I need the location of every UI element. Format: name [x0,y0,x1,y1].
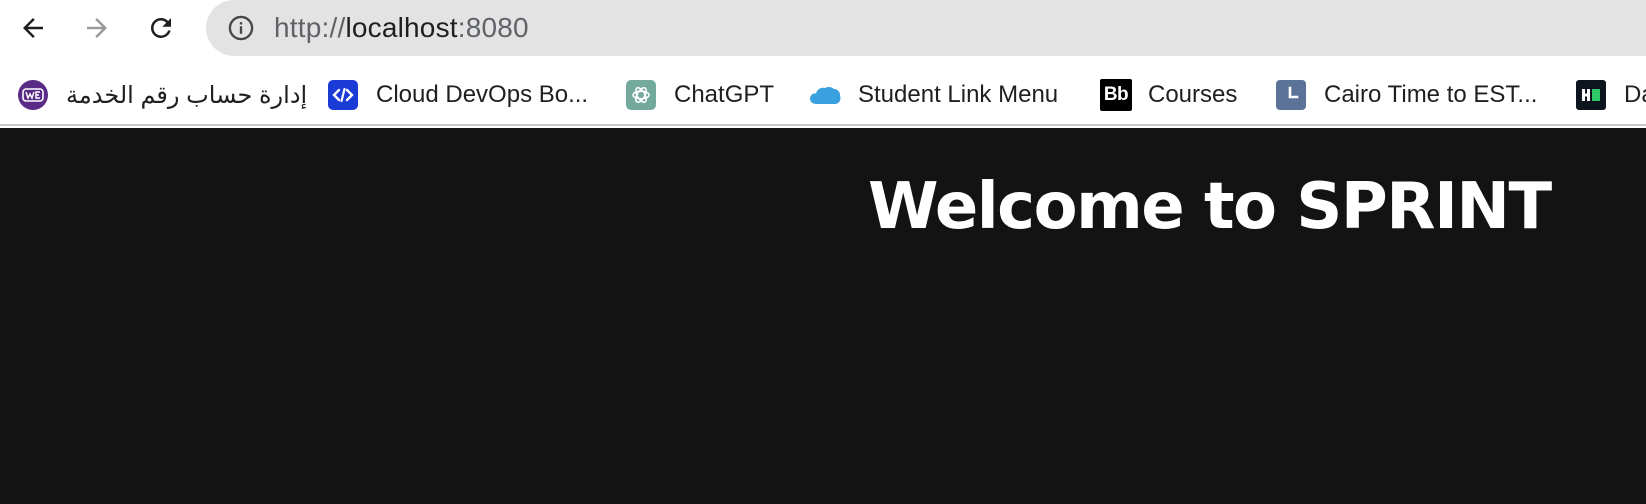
page-title: Welcome to SPRINT [868,170,1552,244]
bookmark-student-link-menu[interactable]: Student Link Menu [808,74,1058,116]
url-host: localhost [345,12,458,43]
url-text[interactable]: http://localhost:8080 [274,12,529,44]
openai-logo-icon [626,80,656,110]
bookmark-label: إدارة حساب رقم الخدمة [66,81,308,109]
bookmark-cairo-time[interactable]: Cairo Time to EST... [1276,74,1537,116]
bookmark-label: Da [1624,81,1646,108]
browser-toolbar: http://localhost:8080 [0,0,1646,58]
forward-button[interactable] [76,7,118,49]
url-port: :8080 [457,12,529,43]
reload-icon [151,18,171,38]
site-info-button[interactable] [226,13,256,43]
url-scheme: http:// [274,12,346,43]
bookmark-hackerrank[interactable]: Da [1576,74,1646,116]
bookmark-label: Cairo Time to EST... [1324,81,1538,108]
back-button[interactable] [12,7,54,49]
bookmark-label: Courses [1148,81,1238,108]
page-viewport: Welcome to SPRINT [0,128,1646,504]
browser-window: http://localhost:8080 إدارة حساب رقم الخ… [0,0,1646,504]
bb-logo-icon: Bb [1100,79,1132,111]
bookmarks-bar: إدارة حساب رقم الخدمة Cloud DevOps Bo... [0,66,1646,126]
reload-button[interactable] [140,7,182,49]
we-logo-icon [18,80,48,110]
bookmark-label: Cloud DevOps Bo... [376,81,589,108]
bookmark-label: ChatGPT [674,81,775,108]
clock-icon [1276,80,1306,110]
code-logo-icon [328,80,358,110]
hackerrank-logo-icon [1576,80,1606,110]
address-bar[interactable]: http://localhost:8080 [206,0,1646,56]
forward-arrow-icon [87,18,107,38]
info-icon [228,15,254,41]
bookmark-chatgpt[interactable]: ChatGPT [626,74,774,116]
bookmark-cloud-devops[interactable]: Cloud DevOps Bo... [328,74,588,116]
back-arrow-icon [23,18,43,38]
cloud-logo-icon [808,80,842,110]
bookmark-courses[interactable]: Bb Courses [1100,74,1237,116]
bookmark-we-service[interactable]: إدارة حساب رقم الخدمة [18,74,307,116]
bookmark-label: Student Link Menu [858,81,1059,108]
